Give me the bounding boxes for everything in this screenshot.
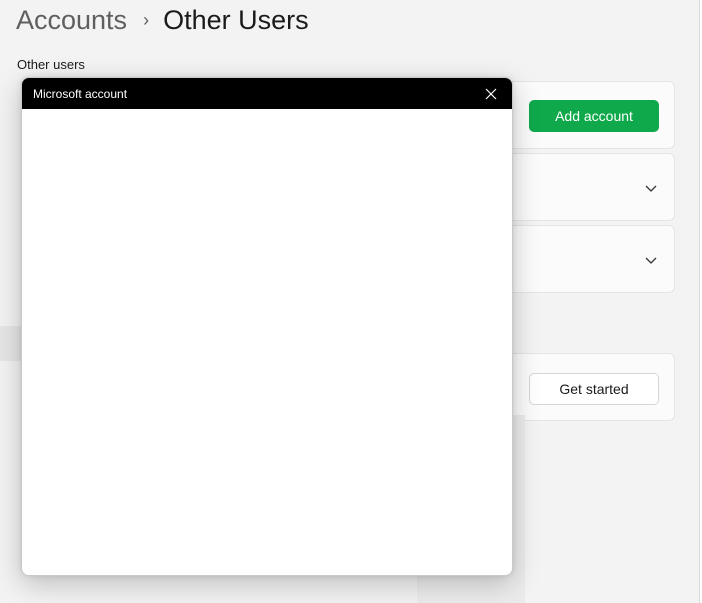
page-title: Other Users — [163, 4, 309, 35]
close-icon[interactable] — [484, 87, 498, 101]
breadcrumb-separator: › — [143, 9, 150, 30]
chevron-down-icon[interactable] — [644, 253, 658, 267]
dialog-titlebar[interactable]: Microsoft account — [22, 78, 512, 109]
dialog-title: Microsoft account — [33, 86, 128, 101]
background-row-highlight — [0, 326, 22, 361]
microsoft-account-dialog: Microsoft account — [21, 77, 513, 576]
breadcrumb: Accounts › Other Users — [16, 2, 309, 38]
add-account-button[interactable]: Add account — [529, 100, 659, 132]
section-title: Other users — [17, 57, 85, 72]
get-started-button[interactable]: Get started — [529, 373, 659, 405]
chevron-down-icon[interactable] — [644, 181, 658, 195]
dialog-content — [22, 109, 512, 575]
breadcrumb-accounts[interactable]: Accounts — [16, 5, 127, 36]
